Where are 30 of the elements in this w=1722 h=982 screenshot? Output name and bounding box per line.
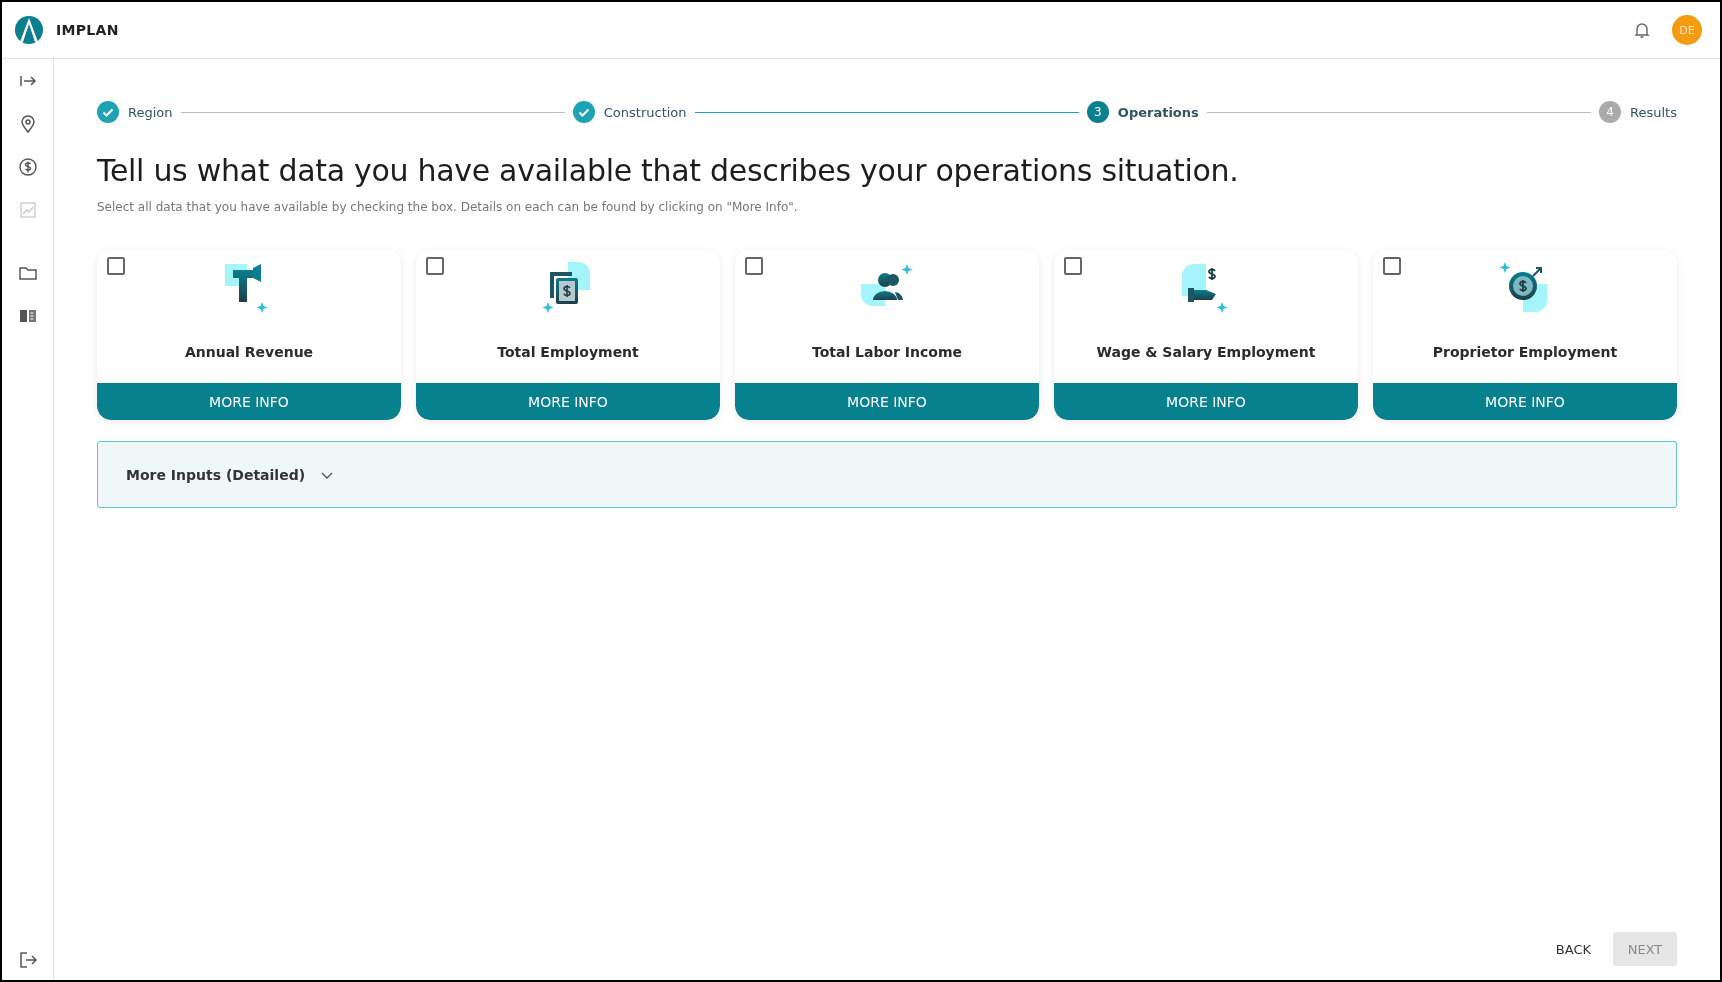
- card-title: Wage & Salary Employment: [1096, 344, 1316, 360]
- step-label[interactable]: Region: [128, 104, 173, 120]
- step-label[interactable]: Results: [1630, 104, 1677, 120]
- notification-bell-icon[interactable]: [1632, 20, 1652, 40]
- card-title: Total Employment: [497, 344, 639, 360]
- card-title: Proprietor Employment: [1432, 344, 1618, 360]
- step-number: 4: [1599, 101, 1622, 123]
- brand-name: IMPLAN: [56, 22, 119, 38]
- page-instructions: Select all data that you have available by checking the box. Details on each can be found by clicking on "More Info".: [97, 200, 799, 214]
- checkbox[interactable]: [426, 257, 444, 275]
- logo-icon: [14, 15, 44, 45]
- card-title: Annual Revenue: [184, 344, 314, 360]
- dollar-icon[interactable]: [17, 157, 38, 177]
- more-inputs-accordion[interactable]: More Inputs (Detailed): [97, 441, 1677, 508]
- more-info-button[interactable]: MORE INFO: [97, 383, 401, 420]
- step-number: 3: [1086, 101, 1109, 123]
- page-heading: Tell us what data you have available that describes your operations situation.: [97, 153, 1240, 188]
- more-info-button[interactable]: MORE INFO: [1054, 383, 1358, 420]
- card-title: Total Labor Income: [811, 344, 963, 360]
- step-label[interactable]: Operations: [1117, 104, 1199, 120]
- checkbox[interactable]: [745, 257, 763, 275]
- more-info-button[interactable]: MORE INFO: [416, 383, 720, 420]
- checkbox[interactable]: [1064, 257, 1082, 275]
- more-info-button[interactable]: MORE INFO: [735, 383, 1039, 420]
- logout-icon[interactable]: [17, 950, 38, 970]
- back-button[interactable]: BACK: [1547, 932, 1599, 966]
- more-info-button[interactable]: MORE INFO: [1373, 383, 1677, 420]
- step-label[interactable]: Construction: [603, 104, 687, 120]
- checkbox[interactable]: [1383, 257, 1401, 275]
- checkbox[interactable]: [107, 257, 125, 275]
